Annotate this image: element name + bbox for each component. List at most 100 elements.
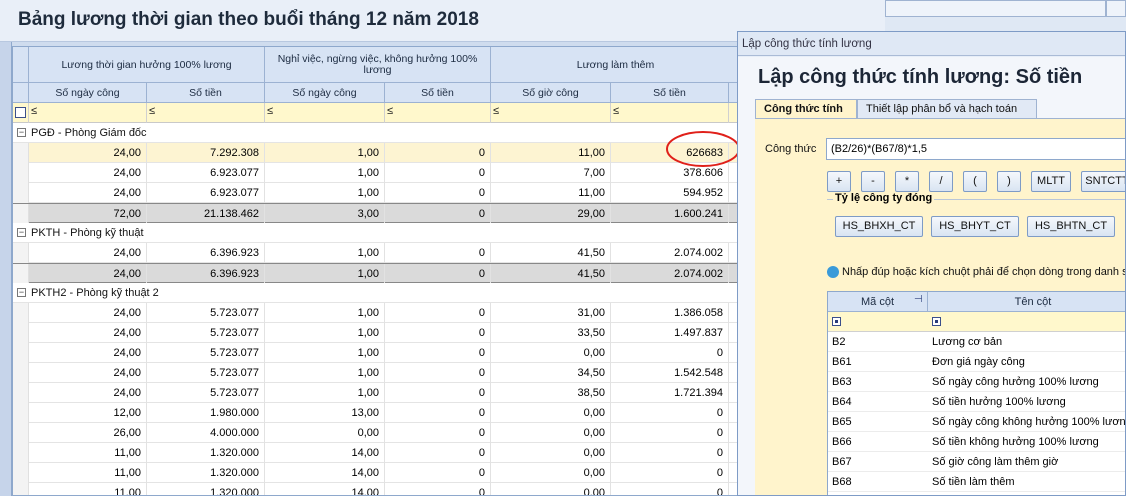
header-amount-2[interactable]: Số tiền — [385, 83, 491, 103]
grid-cell[interactable]: 6.396.923 — [147, 264, 265, 284]
grid-cell[interactable]: 7.292.308 — [147, 143, 265, 163]
grid-cell[interactable]: 41,50 — [491, 243, 611, 263]
grid-cell[interactable]: 1,00 — [265, 183, 385, 203]
filter-operator[interactable]: ≤ — [493, 105, 499, 117]
filter-cell[interactable]: ≤ — [385, 103, 491, 123]
grid-cell[interactable]: 11,00 — [29, 483, 147, 495]
table-row[interactable]: 24,00 5.723.077 1,00 0 0,00 0 — [13, 343, 739, 363]
grid-cell[interactable]: 0 — [611, 443, 729, 463]
rate-button[interactable]: HS_BHTN_CT — [1027, 216, 1115, 237]
grid-cell[interactable]: 14,00 — [265, 443, 385, 463]
filter-corner[interactable] — [13, 103, 29, 123]
grid-cell[interactable]: 24,00 — [29, 264, 147, 284]
grid-cell[interactable]: 11,00 — [29, 443, 147, 463]
grid-cell[interactable]: 0 — [385, 323, 491, 343]
grid-cell[interactable]: 11,00 — [491, 183, 611, 203]
grid-cell[interactable]: 0 — [385, 163, 491, 183]
header-unpaid[interactable]: Nghỉ việc, ngừng việc, không hưởng 100% … — [265, 47, 491, 83]
grid-cell[interactable]: 0 — [385, 264, 491, 284]
grid-cell[interactable]: 5.723.077 — [147, 303, 265, 323]
formula-input[interactable]: (B2/26)*(B67/8)*1,5 — [826, 138, 1125, 160]
list-item[interactable]: B67 Số giờ công làm thêm giờ — [828, 452, 1125, 472]
columns-filter-row[interactable] — [828, 312, 1125, 332]
table-row[interactable]: 24,00 5.723.077 1,00 0 34,50 1.542.548 — [13, 363, 739, 383]
grid-cell[interactable]: 0 — [385, 183, 491, 203]
rate-button[interactable]: HS_BHYT_CT — [931, 216, 1019, 237]
grid-cell[interactable]: 0 — [611, 463, 729, 483]
grid-cell[interactable]: 0,00 — [491, 443, 611, 463]
header-amount-1[interactable]: Số tiền — [147, 83, 265, 103]
grid-cell[interactable]: 1.980.000 — [147, 403, 265, 423]
group-row[interactable]: − PGĐ - Phòng Giám đốc — [13, 123, 739, 143]
grid-cell[interactable]: 6.396.923 — [147, 243, 265, 263]
grid-cell[interactable]: 33,50 — [491, 323, 611, 343]
grid-cell[interactable]: 1.721.394 — [611, 383, 729, 403]
filter-operator[interactable]: ≤ — [613, 105, 619, 117]
grid-cell[interactable]: 1.386.058 — [611, 303, 729, 323]
filter-operator[interactable]: ≤ — [149, 105, 155, 117]
filter-cell[interactable]: ≤ — [265, 103, 385, 123]
grid-cell[interactable]: 5.723.077 — [147, 363, 265, 383]
rate-button[interactable]: HS_BHXH_CT — [835, 216, 923, 237]
grid-cell[interactable]: 24,00 — [29, 363, 147, 383]
grid-cell[interactable]: 2.074.002 — [611, 243, 729, 263]
operator-button[interactable]: / — [929, 171, 953, 192]
grid-cell[interactable]: 0 — [385, 383, 491, 403]
grid-cell[interactable]: 1.542.548 — [611, 363, 729, 383]
grid-cell[interactable]: 1,00 — [265, 303, 385, 323]
list-item[interactable]: B61 Đơn giá ngày công — [828, 352, 1125, 372]
grid-cell[interactable]: 6.923.077 — [147, 183, 265, 203]
grid-cell[interactable]: 41,50 — [491, 264, 611, 284]
group-row[interactable]: − PKTH - Phòng kỹ thuật — [13, 223, 739, 243]
grid-cell[interactable]: 0 — [385, 343, 491, 363]
toolbar-field[interactable] — [885, 0, 1106, 17]
filter-operator[interactable]: ≤ — [387, 105, 393, 117]
grid-cell[interactable]: 1,00 — [265, 143, 385, 163]
grid-cell[interactable]: 24,00 — [29, 323, 147, 343]
grid-cell[interactable]: 0,00 — [491, 423, 611, 443]
table-row[interactable]: 24,00 6.923.077 1,00 0 7,00 378.606 — [13, 163, 739, 183]
grid-cell[interactable]: 0 — [385, 243, 491, 263]
grid-cell[interactable]: 29,00 — [491, 204, 611, 224]
grid-cell[interactable]: 1,00 — [265, 363, 385, 383]
table-row[interactable]: 24,00 6.396.923 1,00 0 41,50 2.074.002 — [13, 243, 739, 263]
grid-cell[interactable]: 0 — [611, 403, 729, 423]
grid-cell[interactable]: 1,00 — [265, 243, 385, 263]
grid-cell[interactable]: 0,00 — [491, 403, 611, 423]
tab-allocation[interactable]: Thiết lập phân bổ và hạch toán — [857, 99, 1037, 119]
table-row[interactable]: 24,00 6.923.077 1,00 0 11,00 594.952 — [13, 183, 739, 203]
grid-cell[interactable]: 13,00 — [265, 403, 385, 423]
filter-operator[interactable]: ≤ — [267, 105, 273, 117]
grid-cell[interactable]: 0 — [385, 363, 491, 383]
table-row[interactable]: 11,00 1.320.000 14,00 0 0,00 0 — [13, 483, 739, 495]
grid-cell[interactable]: 626683 — [611, 143, 729, 163]
header-hours-3[interactable]: Số giờ công — [491, 83, 611, 103]
grid-cell[interactable]: 0 — [385, 403, 491, 423]
grid-cell[interactable]: 1,00 — [265, 323, 385, 343]
grid-cell[interactable]: 1,00 — [265, 383, 385, 403]
grid-cell[interactable]: 2.074.002 — [611, 264, 729, 284]
grid-cell[interactable]: 3,00 — [265, 204, 385, 224]
grid-cell[interactable]: 0,00 — [491, 463, 611, 483]
grid-cell[interactable]: 0 — [611, 423, 729, 443]
grid-cell[interactable]: 1,00 — [265, 264, 385, 284]
grid-cell[interactable]: 24,00 — [29, 143, 147, 163]
table-row[interactable]: 26,00 4.000.000 0,00 0 0,00 0 — [13, 423, 739, 443]
list-item[interactable]: B63 Số ngày công hưởng 100% lương — [828, 372, 1125, 392]
grid-cell[interactable]: 0 — [385, 483, 491, 495]
grid-cell[interactable]: 38,50 — [491, 383, 611, 403]
grid-cell[interactable]: 0 — [611, 343, 729, 363]
grid-cell[interactable]: 1.600.241 — [611, 204, 729, 224]
tab-formula[interactable]: Công thức tính — [755, 99, 857, 119]
grid-cell[interactable]: 7,00 — [491, 163, 611, 183]
filter-cell[interactable]: ≤ — [611, 103, 729, 123]
grid-cell[interactable]: 0 — [385, 423, 491, 443]
header-full-pay[interactable]: Lương thời gian hưởng 100% lương — [29, 47, 265, 83]
grid-cell[interactable]: 0 — [385, 463, 491, 483]
table-row[interactable]: 24,00 5.723.077 1,00 0 33,50 1.497.837 — [13, 323, 739, 343]
grid-cell[interactable]: 24,00 — [29, 343, 147, 363]
grid-cell[interactable]: 0,00 — [491, 483, 611, 495]
table-row[interactable]: 24,00 7.292.308 1,00 0 11,00 626683 — [13, 143, 739, 163]
operator-button[interactable]: ) — [997, 171, 1021, 192]
grid-cell[interactable]: 594.952 — [611, 183, 729, 203]
